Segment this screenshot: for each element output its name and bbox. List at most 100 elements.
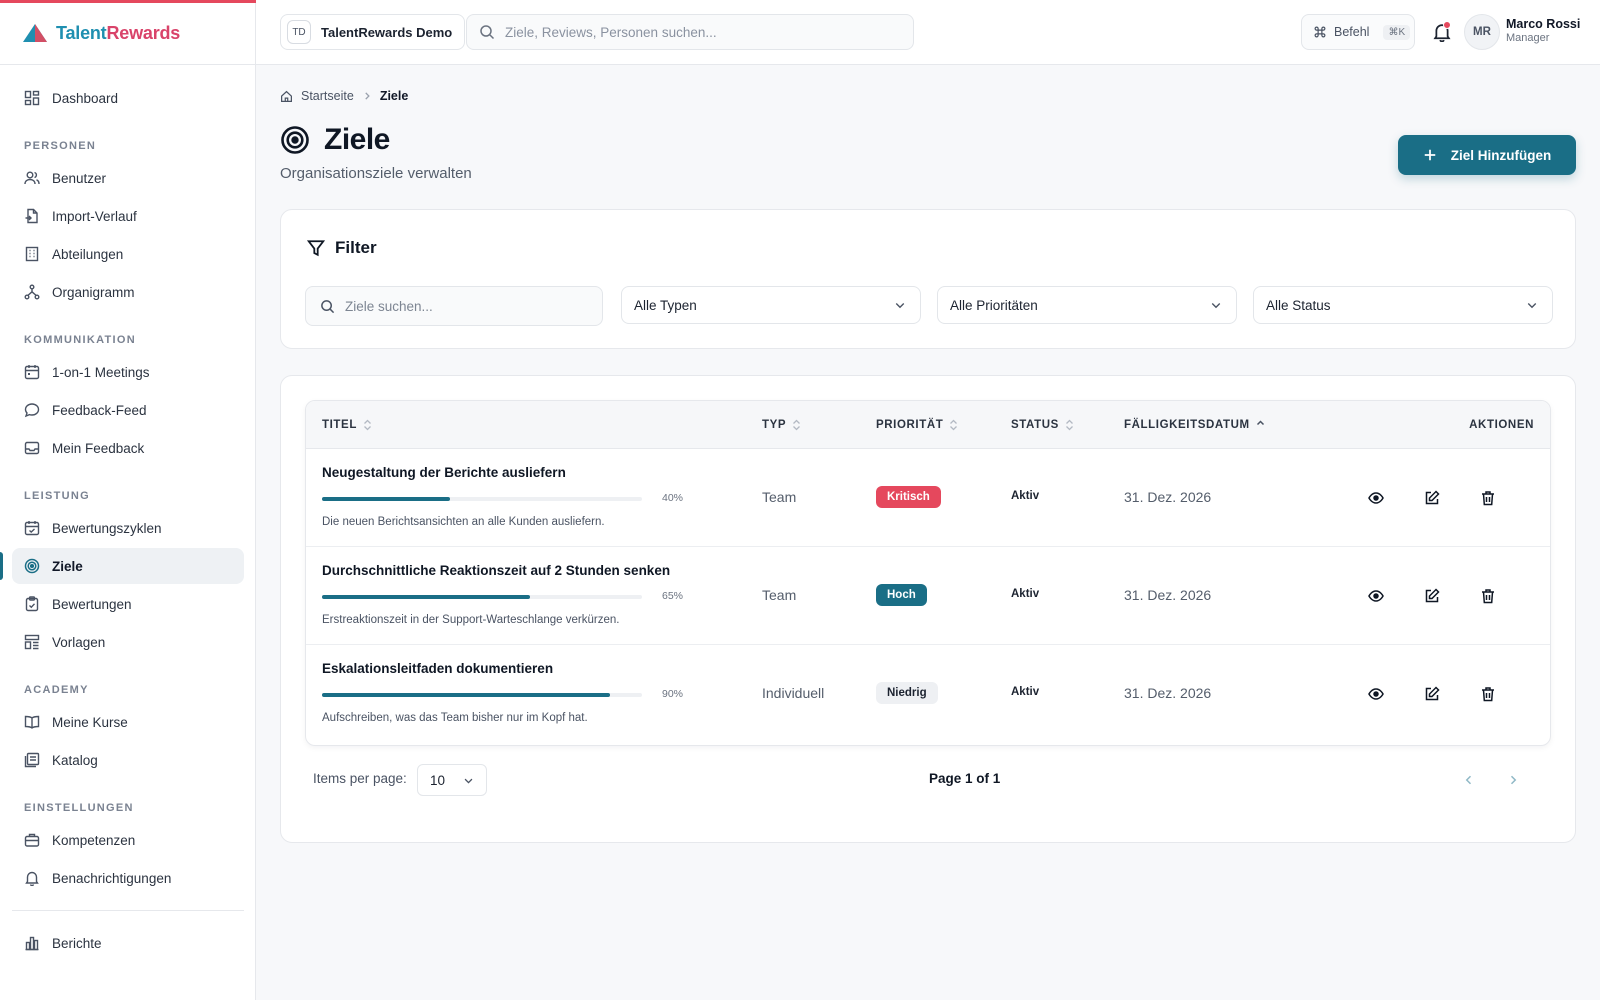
breadcrumb-current: Ziele: [379, 89, 409, 103]
items-per-page-select[interactable]: 10: [417, 764, 487, 796]
previous-page-button[interactable]: [1459, 770, 1479, 790]
logo-mark-icon: [23, 24, 47, 42]
goal-progress-fill: [322, 693, 610, 697]
goal-progress-fill: [322, 595, 530, 599]
sidebar-item-departments[interactable]: Abteilungen: [12, 236, 244, 272]
goal-search-input[interactable]: [345, 298, 585, 314]
sidebar-item-feedback-feed[interactable]: Feedback-Feed: [12, 392, 244, 428]
next-page-button[interactable]: [1503, 770, 1523, 790]
chat-bubble-icon: [24, 403, 40, 418]
filter-title: Filter: [307, 238, 377, 258]
view-button[interactable]: [1366, 586, 1386, 606]
sidebar-item-reports[interactable]: Berichte: [12, 925, 244, 961]
sidebar-item-templates[interactable]: Vorlagen: [12, 624, 244, 660]
sidebar-item-org-chart[interactable]: Organigramm: [12, 274, 244, 310]
table-row[interactable]: Neugestaltung der Berichte ausliefern 40…: [306, 449, 1550, 547]
column-header-priority[interactable]: PRIORITÄT: [876, 401, 958, 449]
global-search-input[interactable]: [505, 24, 885, 40]
goal-progress-bar: [322, 595, 642, 599]
app-logo[interactable]: TalentRewards: [22, 20, 180, 46]
sidebar-item-label: Benachrichtigungen: [52, 870, 172, 886]
bell-icon: [25, 871, 39, 886]
view-button[interactable]: [1366, 488, 1386, 508]
chevron-right-icon: [1510, 775, 1517, 785]
sidebar-item-review-cycles[interactable]: Bewertungszyklen: [12, 510, 244, 546]
sidebar-item-import-history[interactable]: Import-Verlauf: [12, 198, 244, 234]
table-row[interactable]: Eskalationsleitfaden dokumentieren 90% A…: [306, 645, 1550, 743]
sidebar-item-label: 1-on-1 Meetings: [52, 364, 150, 380]
column-header-due-date[interactable]: FÄLLIGKEITSDATUM: [1124, 401, 1265, 449]
goal-due-date: 31. Dez. 2026: [1124, 685, 1212, 701]
priority-badge: Hoch: [876, 584, 927, 606]
clipboard-check-icon: [25, 596, 39, 612]
page-title: Ziele: [280, 123, 390, 157]
sidebar-item-label: Benutzer: [52, 170, 107, 186]
sidebar-item-label: Feedback-Feed: [52, 402, 147, 418]
command-label: Befehl: [1334, 25, 1370, 39]
sidebar-item-dashboard[interactable]: Dashboard: [12, 80, 244, 116]
template-icon: [24, 634, 40, 650]
goal-type: Individuell: [762, 685, 825, 701]
sort-icon: [793, 419, 801, 431]
edit-icon: [1425, 686, 1440, 701]
table-row[interactable]: Durchschnittliche Reaktionszeit auf 2 St…: [306, 547, 1550, 645]
breadcrumb-home[interactable]: Startseite: [301, 89, 354, 103]
edit-icon: [1425, 490, 1440, 505]
sidebar-item-users[interactable]: Benutzer: [12, 160, 244, 196]
column-header-actions: AKTIONEN: [1469, 401, 1534, 449]
goal-description: Die neuen Berichtsansichten an alle Kund…: [322, 516, 605, 528]
chevron-down-icon: [895, 303, 905, 309]
notifications-button[interactable]: [1432, 21, 1452, 42]
delete-button[interactable]: [1478, 684, 1498, 704]
edit-button[interactable]: [1422, 586, 1442, 606]
sidebar-divider: [12, 910, 244, 911]
sidebar-item-goals[interactable]: Ziele: [0, 548, 244, 584]
sidebar-item-my-feedback[interactable]: Mein Feedback: [12, 430, 244, 466]
add-goal-button[interactable]: Ziel Hinzufügen: [1398, 135, 1576, 175]
table-header: TITEL TYP PRIORITÄT STATUS FÄLLIGKEITSDA…: [306, 401, 1550, 449]
goal-description: Erstreaktionszeit in der Support-Wartesc…: [322, 614, 620, 626]
edit-button[interactable]: [1422, 684, 1442, 704]
delete-button[interactable]: [1478, 488, 1498, 508]
sidebar-item-one-on-one[interactable]: 1-on-1 Meetings: [12, 354, 244, 390]
user-avatar[interactable]: MR: [1464, 14, 1500, 50]
sidebar-item-notifications[interactable]: Benachrichtigungen: [12, 860, 244, 896]
sidebar-item-my-courses[interactable]: Meine Kurse: [12, 704, 244, 740]
sidebar-section-communication: KOMMUNIKATION: [24, 334, 137, 346]
command-palette-button[interactable]: Befehl ⌘K: [1301, 14, 1415, 50]
priority-select[interactable]: Alle Prioritäten: [937, 286, 1237, 324]
sidebar-item-competencies[interactable]: Kompetenzen: [12, 822, 244, 858]
goals-table-card: TITEL TYP PRIORITÄT STATUS FÄLLIGKEITSDA…: [280, 375, 1576, 843]
sidebar-item-label: Bewertungen: [52, 596, 132, 612]
delete-button[interactable]: [1478, 586, 1498, 606]
inbox-icon: [24, 441, 40, 455]
sidebar-section-people: PERSONEN: [24, 140, 97, 152]
goal-search[interactable]: [305, 286, 603, 326]
priority-select-value: Alle Prioritäten: [950, 297, 1038, 313]
sidebar-item-catalog[interactable]: Katalog: [12, 742, 244, 778]
column-header-status[interactable]: STATUS: [1011, 401, 1074, 449]
status-select[interactable]: Alle Status: [1253, 286, 1553, 324]
goal-title[interactable]: Durchschnittliche Reaktionszeit auf 2 St…: [322, 563, 670, 578]
goal-title[interactable]: Neugestaltung der Berichte ausliefern: [322, 465, 566, 480]
calendar-icon: [24, 365, 40, 380]
goal-progress-label: 40%: [662, 492, 684, 504]
sidebar-item-label: Bewertungszyklen: [52, 520, 162, 536]
column-header-type[interactable]: TYP: [762, 401, 801, 449]
user-menu[interactable]: Marco Rossi Manager: [1506, 17, 1580, 44]
edit-button[interactable]: [1422, 488, 1442, 508]
goal-title[interactable]: Eskalationsleitfaden dokumentieren: [322, 661, 553, 676]
sidebar-item-reviews[interactable]: Bewertungen: [12, 586, 244, 622]
type-select[interactable]: Alle Typen: [621, 286, 921, 324]
global-search[interactable]: [466, 14, 914, 50]
view-button[interactable]: [1366, 684, 1386, 704]
organization-switcher[interactable]: TD TalentRewards Demo: [280, 14, 466, 50]
goal-status: Aktiv: [1011, 686, 1040, 698]
edit-icon: [1425, 588, 1440, 603]
sidebar-item-label: Meine Kurse: [52, 714, 128, 730]
command-shortcut: ⌘K: [1383, 24, 1411, 40]
column-header-title[interactable]: TITEL: [322, 401, 372, 449]
page-title-text: Ziele: [324, 123, 390, 156]
goal-type: Team: [762, 587, 797, 603]
book-open-icon: [24, 715, 40, 729]
